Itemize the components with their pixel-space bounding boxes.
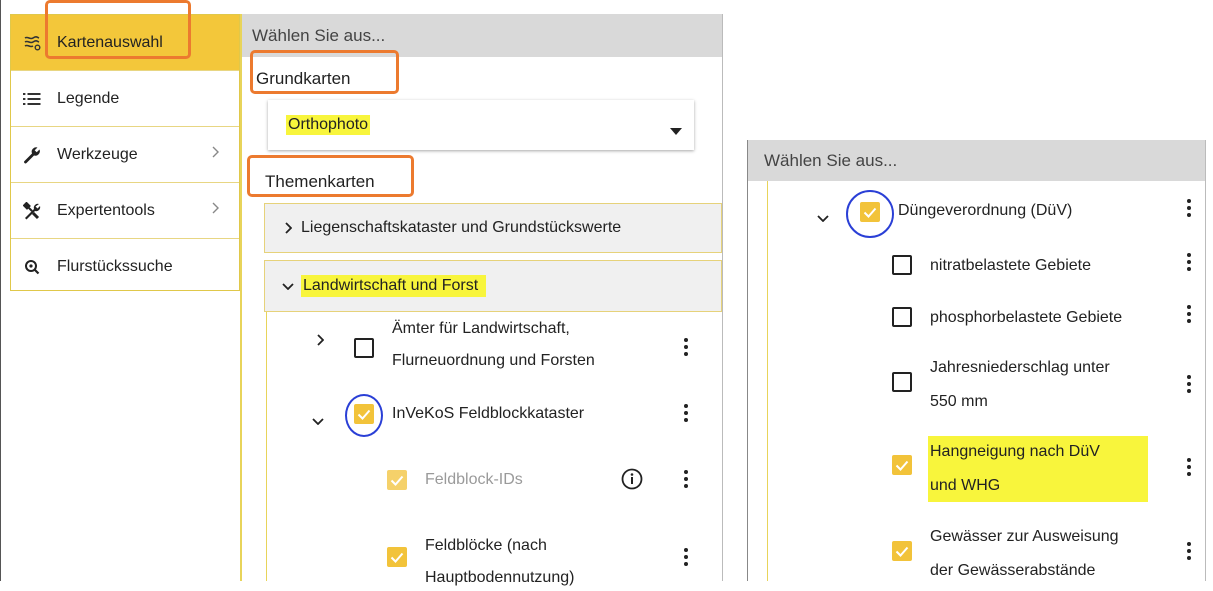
checkmark-icon [895,546,909,557]
sidebar-item-legende[interactable]: Legende [11,71,239,127]
layer-checkbox-gewaesser[interactable] [892,541,912,561]
layer-checkbox-jahresniederschlag[interactable] [892,372,912,392]
chevron-down-icon[interactable] [312,412,324,430]
annotation-box-themenkarten [247,155,414,197]
group-header-liegenschaftskataster[interactable]: Liegenschaftskataster und Grundstückswer… [264,203,722,253]
panel-header-text: Wählen Sie aus... [764,150,898,170]
more-options-icon[interactable] [1186,375,1192,393]
checkmark-icon [390,552,404,563]
layer-label-nitrat: nitratbelastete Gebiete [930,257,1091,274]
wrench-icon [21,144,43,166]
more-options-icon[interactable] [1186,199,1192,217]
layer-checkbox-feldblock-ids[interactable] [387,470,407,490]
more-options-icon[interactable] [683,548,689,566]
dropdown-arrow-icon [670,122,682,140]
annotation-box-grundkarten [250,50,399,94]
chevron-right-icon [211,145,219,163]
more-options-icon[interactable] [683,338,689,356]
sidebar-item-label: Flurstückssuche [57,258,173,275]
layer-label-jahresniederschlag: Jahresniederschlag unter 550 mm [930,359,1110,410]
right-panel-header: Wählen Sie aus... [748,140,1205,181]
group-label: Liegenschaftskataster und Grundstückswer… [301,219,622,236]
info-icon[interactable] [621,468,643,495]
chevron-down-icon [281,279,295,293]
annotation-circle-duengeverordnung [846,190,894,238]
layer-checkbox-feldbloecke[interactable] [387,547,407,567]
sidebar-item-expertentools[interactable]: Expertentools [11,183,239,239]
more-options-icon[interactable] [1186,542,1192,560]
sidebar-item-label: Expertentools [57,201,155,219]
more-options-icon[interactable] [683,470,689,488]
search-icon [21,256,43,278]
tools-icon [21,200,43,222]
panel-border [240,14,242,581]
chevron-right-icon[interactable] [316,333,325,351]
layer-label-hangneigung: Hangneigung nach DüV und WHG [930,443,1100,494]
checkmark-icon [895,460,909,471]
group-label: Landwirtschaft und Forst [301,275,487,297]
layer-label-feldblock-ids: Feldblock-IDs [425,471,523,488]
basemap-select[interactable]: Orthophoto [268,100,694,150]
more-options-icon[interactable] [1186,253,1192,271]
layer-checkbox-phosphor[interactable] [892,307,912,327]
panel-header-text: Wählen Sie aus... [252,25,386,45]
chevron-down-icon[interactable] [817,209,829,227]
layer-label-invekos: InVeKoS Feldblockkataster [392,405,585,422]
window-edge [0,0,1,581]
annotation-box-kartenauswahl [45,0,191,59]
layer-label-gewaesser: Gewässer zur Ausweisung der Gewässerabst… [930,528,1119,579]
more-options-icon[interactable] [1186,458,1192,476]
basemap-select-value: Orthophoto [286,115,371,135]
panel-border [747,140,748,581]
sidebar-item-label: Werkzeuge [57,145,138,163]
layer-checkbox-hangneigung[interactable] [892,455,912,475]
chevron-right-icon [281,221,295,235]
panel-border [1205,140,1206,581]
layer-checkbox-aemter[interactable] [354,338,374,358]
group-header-landwirtschaft[interactable]: Landwirtschaft und Forst [264,260,722,312]
layer-label-feldbloecke: Feldblöcke (nach Hauptbodennutzung) [425,537,575,586]
more-options-icon[interactable] [1186,305,1192,323]
chevron-right-icon [211,201,219,219]
layer-checkbox-nitrat[interactable] [892,255,912,275]
layers-icon [21,32,43,54]
more-options-icon[interactable] [683,404,689,422]
checkmark-icon [390,475,404,486]
sidebar-item-werkzeuge[interactable]: Werkzeuge [11,127,239,183]
layer-label-aemter: Ämter für Landwirtschaft, Flurneuordnung… [392,320,595,369]
tree-guide-line [266,312,267,581]
tree-guide-line [767,181,768,581]
sidebar-item-flurstueckssuche[interactable]: Flurstückssuche [11,239,239,295]
panel-border [722,14,723,581]
annotation-circle-invekos [345,394,383,437]
layer-label-duengeverordnung: Düngeverordnung (DüV) [898,202,1073,219]
sidebar-item-label: Legende [57,89,120,107]
list-icon [21,88,43,110]
layer-label-phosphor: phosphorbelastete Gebiete [930,309,1123,326]
